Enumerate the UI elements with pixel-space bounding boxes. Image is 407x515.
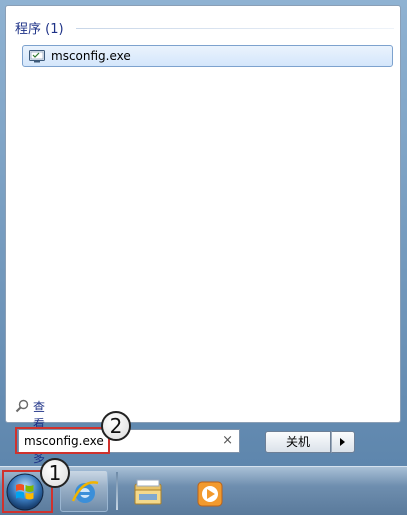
media-player-icon[interactable] [196,480,224,508]
shutdown-label: 关机 [285,435,310,449]
search-results-panel: 程序 (1) msconfig.exe 查看更多结果 [5,5,401,499]
shutdown-button[interactable]: 关机 [265,431,331,453]
annotation-badge-1: 1 [40,458,70,488]
annotation-number-1: 1 [48,461,62,485]
group-divider [76,28,394,29]
msconfig-app-icon [29,50,45,63]
annotation-box-search [15,427,110,454]
taskbar-separator [116,472,118,510]
triangle-right-icon [340,438,345,446]
result-item-msconfig[interactable]: msconfig.exe [22,45,393,67]
clear-search-icon[interactable]: × [222,433,233,448]
annotation-badge-2: 2 [101,411,131,441]
ie-icon [71,481,99,503]
shutdown-options-button[interactable] [331,431,355,453]
result-item-label: msconfig.exe [51,49,131,63]
programs-group-title: 程序 (1) [15,22,64,37]
folder-icon[interactable] [133,478,165,508]
start-menu: 程序 (1) msconfig.exe 查看更多结果 msconfig.exe … [0,0,407,499]
magnifier-icon [15,399,29,413]
annotation-number-2: 2 [109,414,123,438]
